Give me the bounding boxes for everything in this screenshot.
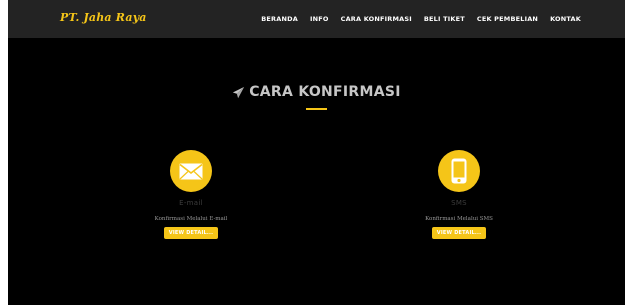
nav-item-info[interactable]: INFO: [310, 15, 329, 23]
view-detail-sms-button[interactable]: VIEW DETAIL...: [431, 227, 487, 239]
brand-logo[interactable]: PT. Jaha Raya: [60, 11, 147, 24]
method-desc-sms: Konfirmasi Melalui SMS: [425, 216, 493, 222]
email-icon-circle: [170, 150, 212, 192]
nav-item-beli-tiket[interactable]: BELI TIKET: [424, 15, 465, 23]
title-underline: [306, 108, 327, 110]
phone-icon: [451, 158, 467, 184]
method-name-sms: SMS: [451, 199, 467, 207]
envelope-icon: [179, 163, 203, 179]
method-card-sms: SMS Konfirmasi Melalui SMS VIEW DETAIL..…: [394, 150, 524, 239]
method-card-email: E-mail Konfirmasi Melalui E-mail VIEW DE…: [126, 150, 256, 239]
nav-item-cara-konfirmasi[interactable]: CARA KONFIRMASI: [341, 15, 412, 23]
nav-item-kontak[interactable]: KONTAK: [550, 15, 581, 23]
page-frame: PT. Jaha Raya BERANDA INFO CARA KONFIRMA…: [8, 0, 625, 305]
section-title-text: CARA KONFIRMASI: [249, 84, 401, 100]
nav-item-cek-pembelian[interactable]: CEK PEMBELIAN: [477, 15, 538, 23]
navbar: PT. Jaha Raya BERANDA INFO CARA KONFIRMA…: [8, 0, 625, 38]
view-detail-email-button[interactable]: VIEW DETAIL...: [163, 227, 219, 239]
paper-plane-icon: [233, 86, 245, 98]
sms-icon-circle: [438, 150, 480, 192]
method-name-email: E-mail: [179, 199, 203, 207]
nav-menu: BERANDA INFO CARA KONFIRMASI BELI TIKET …: [261, 0, 581, 38]
section-title: CARA KONFIRMASI: [8, 84, 625, 100]
nav-item-beranda[interactable]: BERANDA: [261, 15, 298, 23]
method-desc-email: Konfirmasi Melalui E-mail: [154, 216, 228, 222]
